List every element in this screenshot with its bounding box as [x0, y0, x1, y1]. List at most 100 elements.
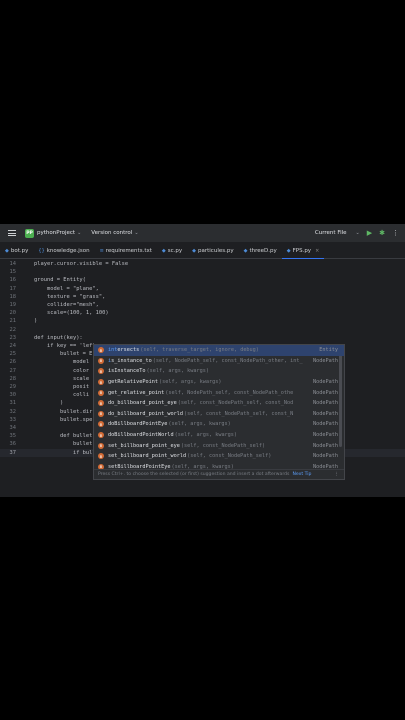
tab-label: knowledge.json [46, 248, 90, 254]
tab-threed-py[interactable]: ◆ threeD.py [239, 244, 282, 258]
tab-label: particules.py [198, 248, 234, 254]
line-number: 27 [9, 367, 17, 374]
completion-item[interactable]: m doBillboardPointWorld (self, args, kwarg… [94, 430, 344, 441]
tab-sc-py[interactable]: ◆ sc.py [157, 244, 187, 258]
run-config-dropdown[interactable]: Current File [315, 230, 347, 236]
line-number: 32 [9, 408, 17, 415]
completion-item[interactable]: m set_billboard_point_world (self, const_N… [94, 451, 344, 462]
code-text: colli [34, 392, 90, 399]
code-text: def bullet [34, 433, 93, 440]
debug-icon[interactable]: ✱ [379, 229, 385, 237]
more-options-icon[interactable]: ⋮ [334, 472, 339, 477]
tab-label: FPS.py [292, 247, 312, 254]
run-icon[interactable]: ▶ [367, 229, 372, 237]
method-icon: m [98, 379, 104, 386]
method-icon: m [98, 410, 104, 417]
code-line: 18 texture = "grass", [0, 293, 405, 301]
code-text: ground = Entity( [34, 277, 86, 284]
code-line: 21) [0, 317, 405, 325]
method-icon: m [98, 400, 104, 407]
method-icon: m [98, 389, 104, 396]
chevron-down-icon: ⌄ [134, 230, 139, 236]
code-text: posit [34, 384, 90, 391]
close-tab-icon[interactable]: × [315, 248, 319, 254]
completion-item[interactable]: m getRelativePoint (self, args, kwargs) Nod… [94, 377, 344, 388]
main-menu-icon[interactable] [8, 229, 16, 238]
completion-name: do_billboard_point_eye [108, 400, 177, 406]
completion-signature: (self, const_NodePath_self) [187, 453, 272, 460]
code-line: 23 def input(key): [0, 334, 405, 342]
line-number: 22 [9, 326, 17, 333]
method-icon: m [98, 442, 104, 449]
completion-name: doBillboardPointWorld [108, 432, 174, 438]
method-icon: m [98, 421, 104, 428]
completion-item[interactable]: m do_billboard_point_world (self, const_No… [94, 409, 344, 420]
code-text: texture = "grass", [34, 293, 106, 300]
completion-item[interactable]: m doBillboardPointEye (self, args, kwargs)… [94, 419, 344, 430]
more-actions-icon[interactable]: ⋮ [392, 229, 399, 237]
text-file-icon: ≡ [99, 248, 104, 254]
completion-type: NodePath [310, 389, 338, 396]
code-line: 20 scale=(100, 1, 100) [0, 309, 405, 317]
completion-type: Entity [316, 347, 338, 354]
completion-item[interactable]: m is_instance_to (self, NodePath_self, con… [94, 356, 344, 367]
completion-signature: (self, args, kwargs) [168, 421, 231, 428]
completion-signature: (self, const_NodePath_self, const_N [183, 410, 294, 417]
tab-fps-py[interactable]: ◆ FPS.py × [281, 244, 325, 259]
line-number: 28 [9, 375, 17, 382]
completion-rest: ersects [117, 347, 140, 354]
completion-signature: (self, args, kwargs) [146, 368, 209, 375]
line-number: 24 [9, 343, 17, 350]
completion-signature: (self, traverse_target, ignore, debug) [140, 347, 259, 354]
completion-type: NodePath [310, 442, 338, 449]
completion-name: getRelativePoint [108, 379, 158, 385]
completion-rest: getRelativePoint [108, 379, 158, 386]
code-text: def input(key): [34, 334, 83, 341]
code-text: scale=(100, 1, 100) [34, 310, 109, 317]
chevron-down-icon: ⌄ [77, 230, 82, 236]
code-line: 17 model = "plane", [0, 285, 405, 293]
code-line: 19 collider="mesh", [0, 301, 405, 309]
completion-item[interactable]: m intersects (self, traverse_target, ignor… [94, 345, 344, 356]
completion-signature: (self, args, kwargs) [158, 379, 222, 386]
code-line: 14 player.cursor.visible = False [0, 260, 405, 268]
code-text: ) [34, 318, 38, 325]
tab-knowledge-json[interactable]: {} knowledge.json [33, 244, 94, 258]
completion-type: NodePath [310, 432, 338, 439]
code-line: 22 [0, 326, 405, 334]
completion-type: NodePath [310, 357, 338, 364]
tab-bot-py[interactable]: ◆ bot.py [0, 244, 33, 258]
completion-rest: set_billboard_point_eye [108, 442, 180, 449]
line-number: 26 [9, 359, 17, 366]
completion-item[interactable]: m set_billboard_point_eye (self, const_Nod… [94, 440, 344, 451]
completion-item[interactable]: m get_relative_point (self, NodePath_self,… [94, 387, 344, 398]
json-file-icon: {} [38, 248, 45, 254]
line-number: 36 [9, 441, 17, 448]
code-text: color [34, 367, 90, 374]
tab-label: threeD.py [249, 248, 277, 254]
completion-rest: get_relative_point [108, 389, 165, 396]
method-icon: m [98, 357, 104, 364]
completion-item[interactable]: m isInstanceTo (self, args, kwargs) [94, 366, 344, 377]
line-number: 31 [9, 400, 17, 407]
line-number: 34 [9, 425, 17, 432]
completion-rest: s_instance_to [111, 357, 152, 364]
completion-item[interactable]: m do_billboard_point_eye (self, const_Node… [94, 398, 344, 409]
tab-requirements-txt[interactable]: ≡ requirements.txt [95, 244, 157, 258]
completion-name: get_relative_point [108, 390, 164, 396]
version-control-dropdown[interactable]: Version control [91, 230, 132, 236]
completion-name: do_billboard_point_world [108, 411, 183, 417]
method-icon: m [98, 368, 104, 375]
tab-label: sc.py [167, 248, 183, 254]
line-number: 29 [9, 384, 17, 391]
tab-label: bot.py [10, 248, 29, 254]
project-name-dropdown[interactable]: pythonProject [37, 230, 75, 236]
tab-particules-py[interactable]: ◆ particules.py [187, 244, 238, 258]
completion-rest: isInstanceTo [108, 368, 146, 375]
code-text: bullet.dir [34, 408, 93, 415]
line-number: 21 [9, 318, 17, 325]
completion-name: intersects [108, 347, 139, 353]
line-number: 16 [9, 277, 17, 284]
completion-rest: set_billboard_point_world [108, 453, 187, 460]
next-tip-link[interactable]: Next Tip [292, 472, 311, 477]
